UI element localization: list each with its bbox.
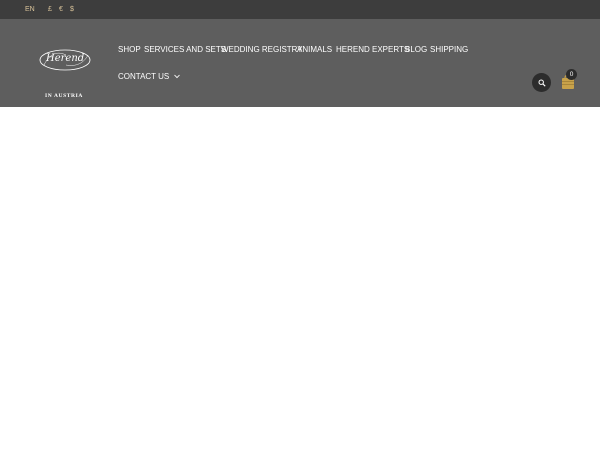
nav-contact-us-label: CONTACT US [118, 72, 170, 81]
search-icon [538, 79, 546, 87]
search-button[interactable] [532, 73, 551, 92]
nav-blog[interactable]: BLOG [405, 45, 427, 54]
currency-gbp[interactable]: £ [48, 6, 52, 13]
nav-animals[interactable]: ANIMALS [297, 45, 332, 54]
page-content-area [0, 107, 600, 450]
logo-tagline: IN AUSTRIA [45, 93, 83, 99]
nav-services-and-sets[interactable]: SERVICES AND SETS [144, 45, 226, 54]
nav-shipping[interactable]: SHIPPING [430, 45, 468, 54]
nav-wedding-registry[interactable]: WEDDING REGISTRY [221, 45, 303, 54]
nav-shop[interactable]: SHOP [118, 45, 141, 54]
site-header: Herend IN AUSTRIA SHOP SERVICES AND SETS… [0, 19, 600, 107]
logo-script-text: Herend [46, 53, 85, 64]
chevron-down-icon [173, 75, 180, 79]
nav-herend-experts[interactable]: HEREND EXPERTS [336, 45, 409, 54]
currency-eur[interactable]: € [59, 6, 63, 13]
language-selector[interactable]: EN [25, 6, 35, 13]
top-bar: EN £ € $ [0, 0, 600, 19]
cart-count-badge: 0 [566, 69, 577, 80]
currency-usd[interactable]: $ [70, 6, 74, 13]
nav-contact-us[interactable]: CONTACT US [118, 72, 180, 81]
